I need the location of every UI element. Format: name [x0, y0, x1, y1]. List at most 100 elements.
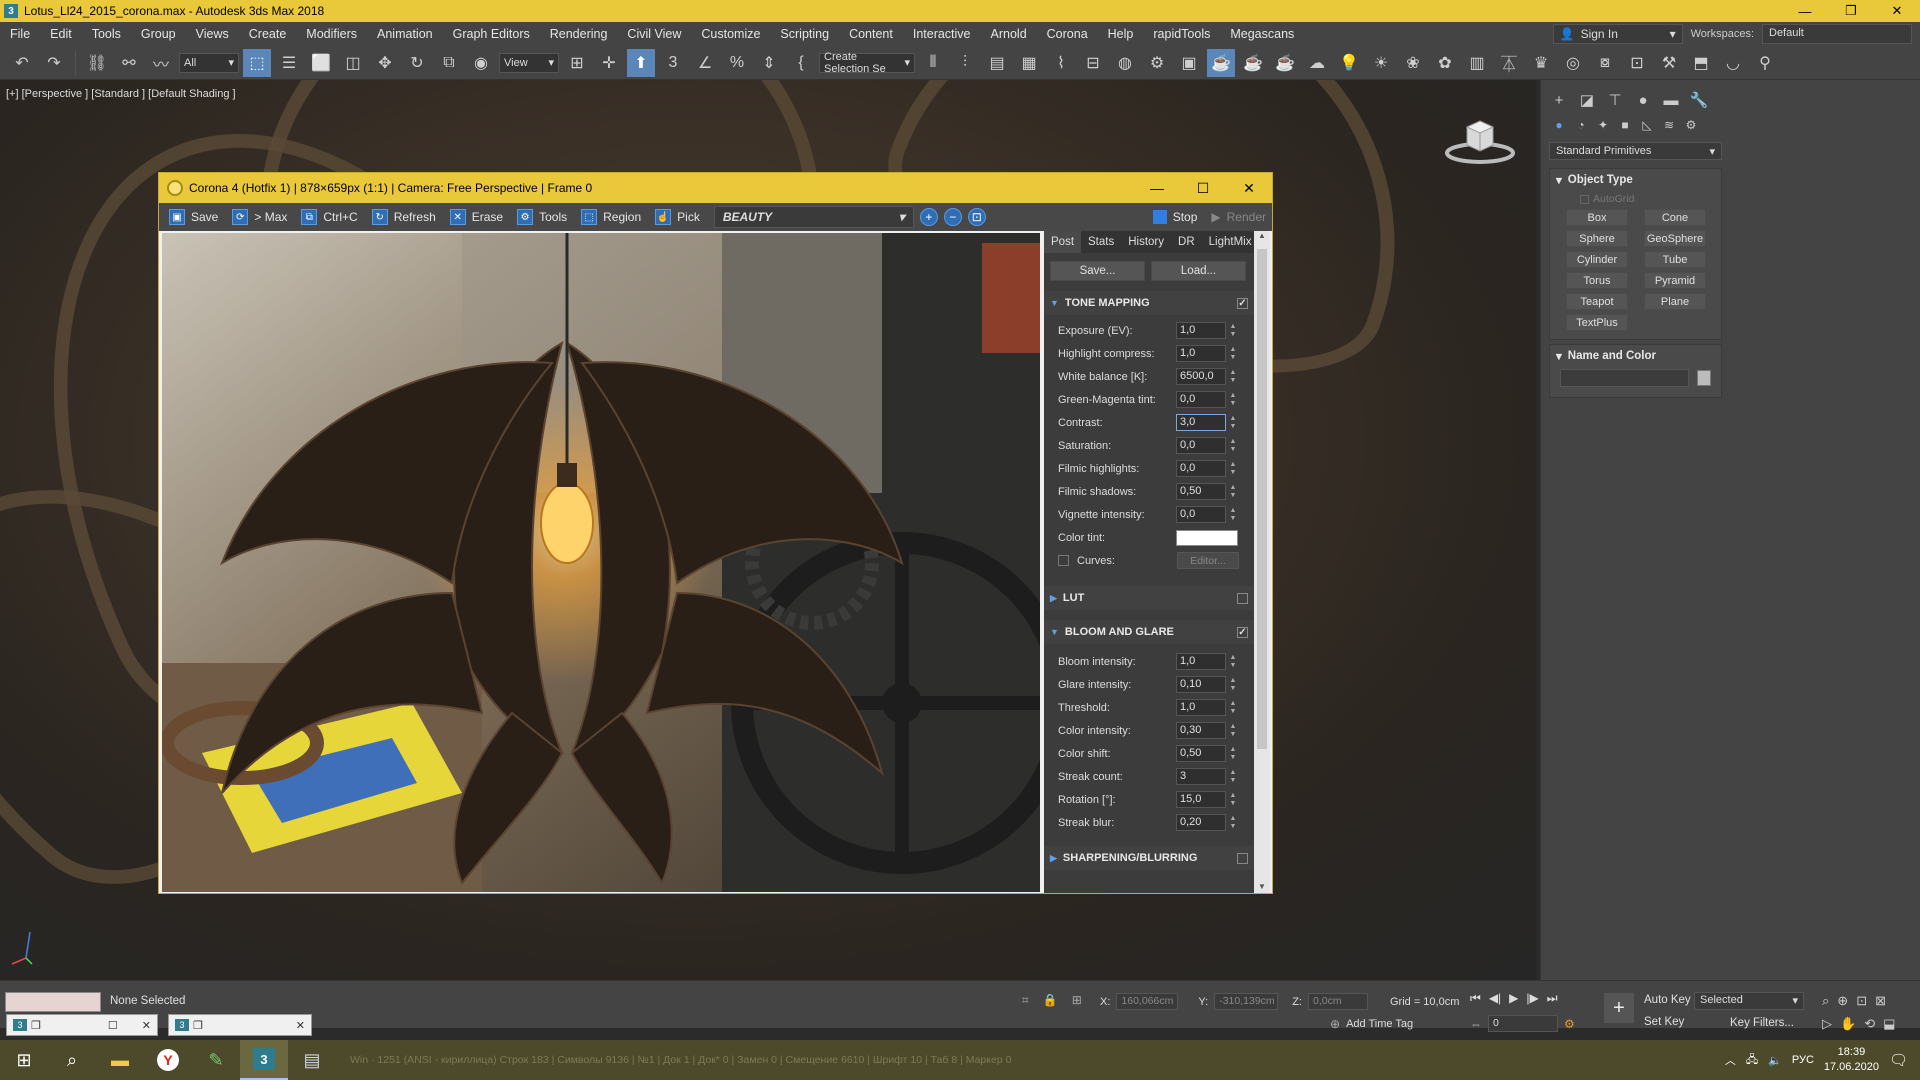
- mirror-icon[interactable]: ⫴: [919, 49, 947, 77]
- display-tab-icon[interactable]: ▬: [1661, 90, 1681, 110]
- maximize-viewport-icon[interactable]: ⬓: [1883, 1016, 1895, 1032]
- place-icon[interactable]: ◉: [467, 49, 495, 77]
- spinner-arrows-icon[interactable]: ▲ ▼: [1228, 484, 1238, 500]
- object-type-header[interactable]: ▾ Object Type: [1556, 173, 1715, 187]
- utilities-tab-icon[interactable]: 🔧: [1689, 90, 1709, 110]
- bloom-intensity-input[interactable]: 1,0: [1176, 653, 1226, 670]
- rotation-input[interactable]: 15,0: [1176, 791, 1226, 808]
- render-activeshade-icon[interactable]: ☕: [1271, 49, 1299, 77]
- file-explorer-icon[interactable]: ▬: [96, 1040, 144, 1080]
- spinner-arrows-icon[interactable]: ▲ ▼: [1228, 369, 1238, 385]
- layer-explorer-icon[interactable]: ▤: [983, 49, 1011, 77]
- sharpening-header[interactable]: ▶ SHARPENING/BLURRING: [1044, 846, 1254, 870]
- render-setup-icon[interactable]: ⚙: [1143, 49, 1171, 77]
- zoom-extents-icon[interactable]: ⊡: [1856, 993, 1867, 1009]
- menu-edit[interactable]: Edit: [40, 27, 82, 41]
- curves-editor-button[interactable]: Editor...: [1177, 552, 1239, 569]
- corona-region-icon[interactable]: ⊡: [1623, 49, 1651, 77]
- render-pass-dropdown[interactable]: BEAUTY ▾: [713, 206, 914, 228]
- lock-icon[interactable]: 🔒: [1043, 993, 1058, 1008]
- corona-proxy-icon[interactable]: ❀: [1399, 49, 1427, 77]
- corona-pin-icon[interactable]: ⚲: [1751, 49, 1779, 77]
- spinner-arrows-icon[interactable]: ▲ ▼: [1228, 438, 1238, 454]
- menu-file[interactable]: File: [0, 27, 40, 41]
- volume-icon[interactable]: 🔈: [1768, 1054, 1782, 1067]
- curves-checkbox[interactable]: [1058, 555, 1069, 566]
- close-icon[interactable]: ✕: [142, 1019, 151, 1032]
- threshold-input[interactable]: 1,0: [1176, 699, 1226, 716]
- notepad-plus-icon[interactable]: ✎: [192, 1040, 240, 1080]
- spinner-arrows-icon[interactable]: ▲ ▼: [1228, 461, 1238, 477]
- spinner-arrows-icon[interactable]: ▲ ▼: [1228, 392, 1238, 408]
- bloom-glare-checkbox[interactable]: ✓: [1237, 626, 1248, 638]
- vfb-minimize-button[interactable]: —: [1134, 180, 1180, 196]
- contrast-input[interactable]: 3,0: [1176, 414, 1226, 431]
- vfb-tools-button[interactable]: ⚙ Tools: [511, 206, 573, 228]
- tab-dr[interactable]: DR: [1171, 231, 1202, 253]
- streak-count-input[interactable]: 3: [1176, 768, 1226, 785]
- corona-lister-icon[interactable]: ♛: [1527, 49, 1555, 77]
- white-balance-input[interactable]: 6500,0: [1176, 368, 1226, 385]
- vfb-maximize-button[interactable]: ☐: [1180, 180, 1226, 197]
- previous-frame-icon[interactable]: ◀|: [1489, 991, 1501, 1006]
- time-config-icon[interactable]: ⇔: [1470, 1017, 1482, 1031]
- yandex-browser-icon[interactable]: Y: [144, 1040, 192, 1080]
- menu-arnold[interactable]: Arnold: [981, 27, 1037, 41]
- color-tint-swatch[interactable]: [1176, 529, 1238, 546]
- play-icon[interactable]: ▶: [1509, 991, 1518, 1006]
- sphere-button[interactable]: Sphere: [1566, 230, 1628, 247]
- 3dsmax-taskbar-icon[interactable]: 3: [240, 1040, 288, 1080]
- shapes-icon[interactable]: ◔: [1573, 116, 1589, 134]
- modify-tab-icon[interactable]: ◪: [1577, 90, 1597, 110]
- sign-in-button[interactable]: 👤 Sign In ▾: [1552, 24, 1683, 44]
- minimized-window-1[interactable]: 3 ❐ ☐ ✕: [6, 1014, 158, 1036]
- exposure-input[interactable]: 1,0: [1176, 322, 1226, 339]
- go-to-start-icon[interactable]: ⏮: [1470, 991, 1481, 1006]
- minimized-window-2[interactable]: 3 ❐ ✕: [168, 1014, 312, 1036]
- spinner-arrows-icon[interactable]: ▲ ▼: [1228, 654, 1238, 670]
- material-editor-icon[interactable]: ◍: [1111, 49, 1139, 77]
- current-frame-field[interactable]: 0: [1488, 1015, 1558, 1032]
- vfb-close-button[interactable]: ✕: [1226, 180, 1272, 197]
- render-cloud-icon[interactable]: ☁: [1303, 49, 1331, 77]
- object-name-input[interactable]: [1560, 369, 1690, 387]
- named-selection-dropdown[interactable]: Create Selection Se ▾: [819, 51, 915, 75]
- corona-scatter-icon[interactable]: ✿: [1431, 49, 1459, 77]
- clock[interactable]: 18:39 17.06.2020: [1824, 1045, 1879, 1075]
- menu-animation[interactable]: Animation: [367, 27, 443, 41]
- rendered-frame-window-icon[interactable]: ▣: [1175, 49, 1203, 77]
- go-to-end-icon[interactable]: ⏭: [1547, 991, 1558, 1006]
- sharpening-checkbox[interactable]: [1237, 852, 1248, 864]
- select-object-icon[interactable]: ⬚: [243, 48, 271, 77]
- scroll-down-icon[interactable]: ▼: [1254, 882, 1270, 891]
- tube-button[interactable]: Tube: [1644, 251, 1706, 268]
- corona-tools-icon[interactable]: ⚒: [1655, 49, 1683, 77]
- autogrid-checkbox[interactable]: AutoGrid: [1580, 193, 1715, 205]
- network-icon[interactable]: 🖧: [1746, 1051, 1758, 1070]
- isolate-icon[interactable]: ⌗: [1022, 993, 1029, 1008]
- link-icon[interactable]: ⛓: [83, 49, 111, 77]
- window-crossing-icon[interactable]: ◫: [339, 49, 367, 77]
- y-coordinate-field[interactable]: -310,139cm: [1214, 993, 1279, 1010]
- vfb-region-button[interactable]: ⬚ Region: [575, 206, 647, 228]
- textplus-button[interactable]: TextPlus: [1566, 314, 1628, 331]
- spinner-arrows-icon[interactable]: ▲ ▼: [1228, 346, 1238, 362]
- snaps-toggle-icon[interactable]: 3: [659, 49, 687, 77]
- time-configuration-icon[interactable]: ⚙: [1564, 1017, 1575, 1031]
- menu-scripting[interactable]: Scripting: [770, 27, 839, 41]
- menu-views[interactable]: Views: [186, 27, 239, 41]
- restore-icon[interactable]: ❐: [193, 1019, 203, 1032]
- object-color-swatch[interactable]: [1697, 370, 1711, 386]
- menu-rapidtools[interactable]: rapidTools: [1143, 27, 1220, 41]
- set-key-button[interactable]: Set Key: [1644, 1016, 1684, 1028]
- menu-megascans[interactable]: Megascans: [1220, 27, 1304, 41]
- language-indicator[interactable]: РУС: [1792, 1054, 1814, 1066]
- corona-light-icon[interactable]: 💡: [1335, 49, 1363, 77]
- minimize-button[interactable]: —: [1782, 0, 1828, 22]
- z-coordinate-field[interactable]: 0,0cm: [1307, 993, 1368, 1010]
- post-save-button[interactable]: Save...: [1050, 261, 1145, 281]
- select-by-name-icon[interactable]: ☰: [275, 49, 303, 77]
- search-icon[interactable]: ⌕: [48, 1040, 96, 1080]
- document-icon[interactable]: ▤: [288, 1040, 336, 1080]
- vfb-erase-button[interactable]: ✕ Erase: [444, 206, 509, 228]
